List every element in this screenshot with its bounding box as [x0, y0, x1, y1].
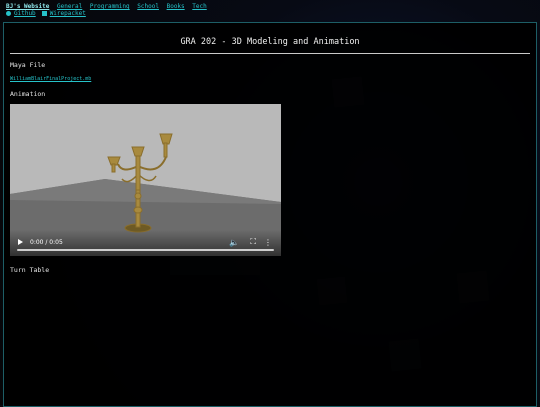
nav-link-books[interactable]: Books — [167, 3, 185, 10]
divider — [10, 53, 530, 54]
play-button[interactable] — [18, 239, 23, 245]
volume-icon[interactable]: 🔈 — [229, 238, 239, 247]
page-title: GRA 202 - 3D Modeling and Animation — [180, 37, 360, 47]
wirepacket-link[interactable]: Wirepacket — [50, 10, 86, 17]
site-brand-link[interactable]: BJ's Website — [6, 3, 49, 10]
animation-video-player[interactable]: 0:00 / 0:05 🔈 ⛶ ⋮ — [10, 104, 281, 256]
fullscreen-icon[interactable]: ⛶ — [250, 237, 256, 247]
progress-bar[interactable] — [17, 249, 274, 251]
nav-link-programming[interactable]: Programming — [90, 3, 130, 10]
video-time: 0:00 / 0:05 — [30, 239, 63, 246]
video-controls: 0:00 / 0:05 🔈 ⛶ ⋮ — [10, 230, 281, 256]
nav-link-general[interactable]: General — [57, 3, 82, 10]
nav-link-school[interactable]: School — [137, 3, 159, 10]
turn-table-heading: Turn Table — [10, 266, 50, 274]
animation-heading: Animation — [10, 90, 46, 98]
maya-file-heading: Maya File — [10, 61, 46, 69]
wirepacket-icon — [41, 11, 47, 16]
top-navigation: BJ's Website General Programming School … — [6, 3, 211, 17]
maya-file-link[interactable]: WilliamBlairFinalProject.mb — [10, 76, 91, 82]
nav-link-tech[interactable]: Tech — [192, 3, 206, 10]
github-link[interactable]: Github — [14, 10, 36, 17]
github-icon — [6, 11, 11, 16]
more-options-icon[interactable]: ⋮ — [264, 238, 272, 247]
content-panel: GRA 202 - 3D Modeling and Animation Maya… — [3, 22, 537, 407]
